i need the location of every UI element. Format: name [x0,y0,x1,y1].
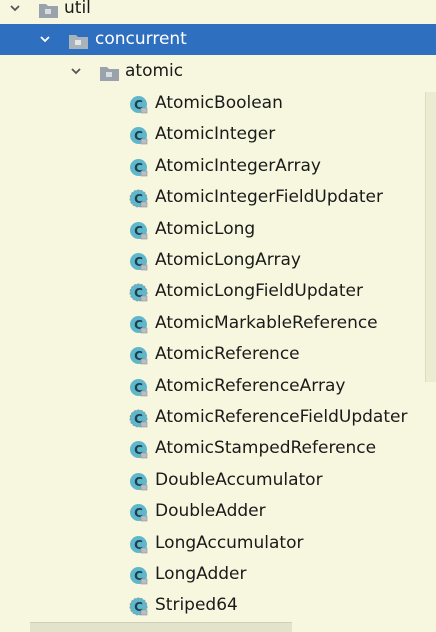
class-node-label: AtomicReferenceFieldUpdater [155,407,408,427]
class-node[interactable]: C LongAccumulator [0,528,436,559]
class-node-label: AtomicStampedReference [155,438,377,459]
class-node[interactable]: C AtomicInteger [0,119,436,150]
class-icon: C [129,157,148,177]
class-icon: C [129,94,148,114]
class-node[interactable]: C AtomicReferenceArray [0,371,436,402]
class-node-label: AtomicLongFieldUpdater [155,281,363,302]
class-node[interactable]: C AtomicBoolean [0,88,436,119]
class-icon: C [129,345,148,365]
class-node[interactable]: C AtomicLongFieldUpdater [0,276,436,307]
tree-node-label: util [64,0,91,18]
class-node[interactable]: C DoubleAccumulator [0,465,436,496]
class-node[interactable]: C AtomicIntegerArray [0,151,436,182]
class-node[interactable]: C DoubleAdder [0,496,436,527]
class-icon: C [129,125,148,145]
tree-node-util[interactable]: util [0,0,436,24]
class-node-label: AtomicIntegerArray [155,155,321,176]
class-node[interactable]: C LongAdder [0,559,436,590]
class-icon: C [129,565,148,585]
vertical-scrollbar[interactable] [425,92,436,382]
class-node-label: AtomicLong [155,218,256,239]
abstract-class-icon: C [129,188,148,208]
class-node-label: AtomicReferenceArray [155,375,346,396]
package-folder-icon [68,30,90,49]
class-node[interactable]: C AtomicLong [0,214,436,245]
class-node[interactable]: C Striped64 [0,590,436,621]
class-icon: C [129,251,148,271]
class-node[interactable]: C AtomicMarkableReference [0,308,436,339]
chevron-down-icon[interactable] [67,56,85,87]
class-icon: C [129,471,148,491]
class-icon: C [129,314,148,334]
class-icon: C [129,439,148,459]
class-node-label: AtomicReference [155,344,300,365]
class-icon: C [129,377,148,396]
class-node[interactable]: C AtomicStampedReference [0,433,436,464]
chevron-down-icon[interactable] [36,24,54,55]
tree-node-atomic[interactable]: atomic [0,56,436,87]
class-icon: C [129,220,148,239]
class-node-label: AtomicInteger [155,124,276,145]
tree-node-concurrent[interactable]: concurrent [0,24,436,55]
class-node[interactable]: C AtomicReferenceFieldUpdater [0,402,436,433]
class-node-label: DoubleAccumulator [155,469,323,490]
abstract-class-icon: C [129,596,148,616]
tree-node-label: concurrent [95,29,187,49]
class-node[interactable]: C AtomicReference [0,339,436,370]
class-node[interactable]: C AtomicIntegerFieldUpdater [0,182,436,213]
class-icon: C [129,534,148,553]
class-node-label: Striped64 [155,595,238,616]
chevron-down-icon[interactable] [6,0,24,24]
package-folder-icon [99,62,121,81]
abstract-class-icon: C [129,282,148,302]
class-node[interactable]: C AtomicLongArray [0,245,436,276]
package-folder-icon [38,0,60,18]
class-node-label: AtomicBoolean [155,93,283,113]
class-node-label: LongAdder [155,564,247,584]
class-icon: C [129,502,148,522]
tree-node-label: atomic [125,61,184,81]
class-node-label: DoubleAdder [155,501,266,522]
class-node-label: AtomicLongArray [155,250,301,270]
abstract-class-icon: C [129,408,148,428]
class-node-label: AtomicMarkableReference [155,312,378,333]
class-node-label: AtomicIntegerFieldUpdater [155,187,383,208]
class-node-label: LongAccumulator [155,532,304,553]
